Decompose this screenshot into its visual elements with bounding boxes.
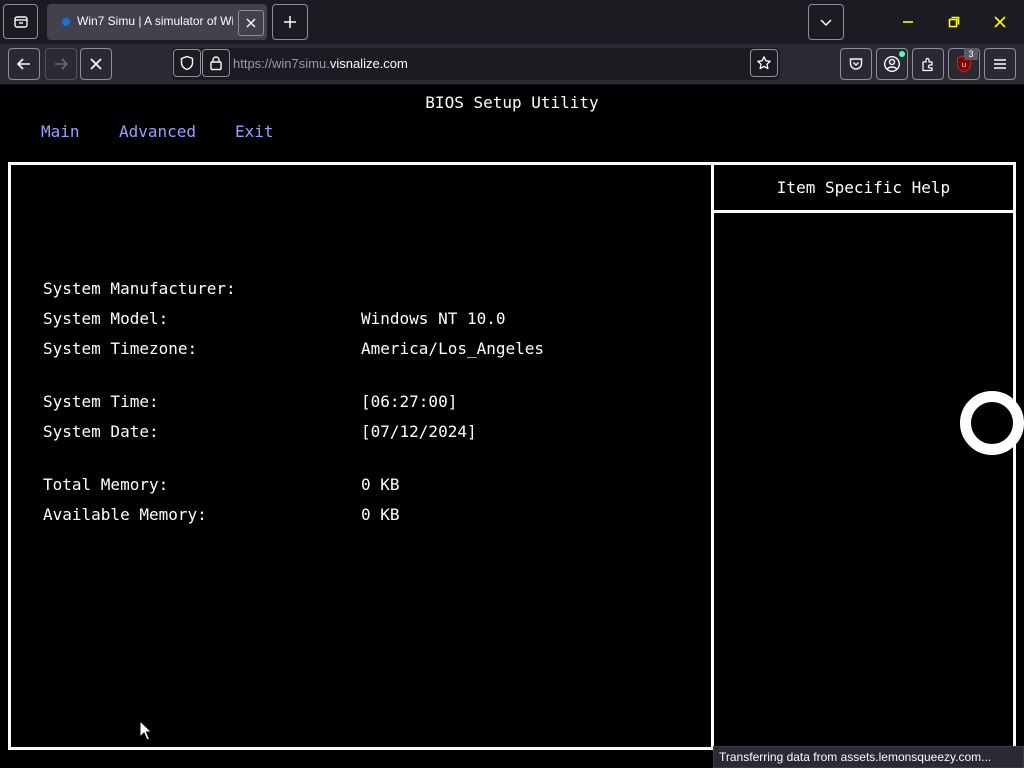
- back-arrow-icon: [16, 58, 30, 70]
- help-panel-title: Item Specific Help: [776, 178, 951, 197]
- url-prefix: https://win7simu.: [233, 56, 330, 71]
- ublock-blocked-count: 3: [964, 48, 978, 60]
- bios-title: BIOS Setup Utility: [425, 93, 599, 112]
- date-value[interactable]: [07/12/2024]: [361, 422, 477, 441]
- total-memory-label: Total Memory:: [43, 475, 169, 494]
- navigation-toolbar: https://win7simu.visnalize.com u 3: [0, 44, 1024, 85]
- tracking-protection-button[interactable]: [173, 49, 201, 77]
- loading-ring-icon: [960, 391, 1024, 455]
- extensions-button[interactable]: [912, 48, 944, 80]
- pocket-button[interactable]: [840, 48, 872, 80]
- url-domain: visnalize.com: [329, 56, 408, 71]
- tab-close-button[interactable]: [238, 10, 264, 36]
- total-memory-value: 0 KB: [361, 475, 400, 494]
- list-all-tabs-button[interactable]: [808, 4, 844, 40]
- address-bar[interactable]: https://win7simu.visnalize.com: [172, 48, 780, 80]
- minimize-icon: [903, 21, 913, 23]
- url-text[interactable]: https://win7simu.visnalize.com: [233, 56, 408, 71]
- model-value: Windows NT 10.0: [361, 309, 506, 328]
- back-button[interactable]: [8, 48, 40, 80]
- browser-tab-active[interactable]: Win7 Simu | A simulator of Wi: [47, 4, 267, 40]
- app-menu-button[interactable]: [984, 48, 1016, 80]
- bios-screen: BIOS Setup Utility Main Advanced Exit Sy…: [0, 85, 1024, 768]
- account-button[interactable]: [876, 48, 908, 80]
- svg-text:u: u: [962, 61, 966, 69]
- hamburger-menu-icon: [994, 59, 1006, 69]
- help-divider: [714, 210, 1013, 213]
- star-icon: [757, 56, 771, 70]
- stop-loading-button[interactable]: [80, 48, 112, 80]
- bios-menu-exit[interactable]: Exit: [235, 122, 274, 141]
- bios-menu-main[interactable]: Main: [41, 122, 80, 141]
- new-tab-button[interactable]: [272, 4, 308, 40]
- stop-icon: [90, 58, 102, 70]
- bookmark-button[interactable]: [750, 49, 778, 77]
- mouse-cursor-icon: [139, 719, 153, 747]
- ublock-origin-button[interactable]: u 3: [948, 48, 980, 80]
- lock-icon: [210, 56, 222, 71]
- window-minimize-button[interactable]: [885, 4, 931, 40]
- shield-icon: [180, 55, 194, 71]
- chevron-down-icon: [820, 19, 832, 27]
- window-close-icon: [994, 16, 1006, 28]
- bios-help-panel: Item Specific Help: [711, 162, 1016, 750]
- window-close-button[interactable]: [977, 4, 1023, 40]
- forward-arrow-icon: [55, 58, 69, 70]
- bios-menu-advanced[interactable]: Advanced: [119, 122, 196, 141]
- bios-main-panel: System Manufacturer: System Model: Windo…: [8, 162, 714, 750]
- maximize-icon: [948, 16, 960, 28]
- time-label: System Time:: [43, 392, 159, 411]
- favicon-icon: [62, 18, 70, 26]
- firefox-view-button[interactable]: [3, 4, 38, 39]
- tab-bar: Win7 Simu | A simulator of Wi: [0, 0, 1024, 44]
- close-icon: [246, 18, 256, 28]
- tab-title: Win7 Simu | A simulator of Wi: [77, 14, 233, 28]
- sync-status-dot: [899, 51, 905, 57]
- status-bar-text: Transferring data from assets.lemonsquee…: [713, 746, 1024, 768]
- manufacturer-label: System Manufacturer:: [43, 279, 236, 298]
- date-label: System Date:: [43, 422, 159, 441]
- account-icon: [883, 55, 901, 73]
- pocket-icon: [849, 58, 863, 70]
- tab-list-icon: [13, 15, 28, 28]
- extensions-icon: [922, 57, 933, 72]
- site-info-button[interactable]: [202, 49, 230, 77]
- time-value[interactable]: [06:27:00]: [361, 392, 457, 411]
- window-maximize-button[interactable]: [931, 4, 977, 40]
- available-memory-label: Available Memory:: [43, 505, 207, 524]
- forward-button[interactable]: [45, 48, 77, 80]
- timezone-label: System Timezone:: [43, 339, 198, 358]
- plus-icon: [284, 16, 296, 28]
- model-label: System Model:: [43, 309, 169, 328]
- timezone-value: America/Los_Angeles: [361, 339, 545, 358]
- available-memory-value: 0 KB: [361, 505, 400, 524]
